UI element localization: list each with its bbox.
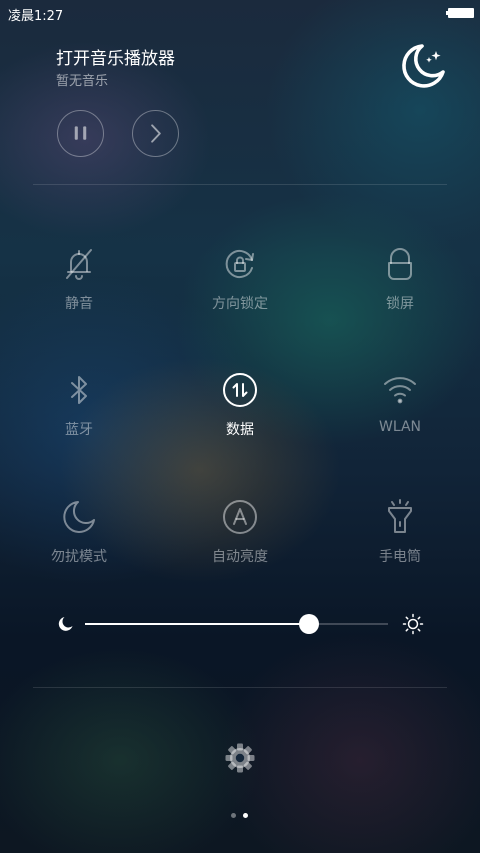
data-icon: [223, 373, 257, 407]
flashlight-icon: [388, 499, 412, 533]
brightness-thumb[interactable]: [299, 614, 320, 634]
toggle-label: 手电筒: [379, 549, 421, 565]
lock-icon: [388, 248, 412, 280]
bell-mute-icon: [66, 249, 92, 280]
music-status-text: 暂无音乐: [56, 74, 109, 89]
moon-icon: [58, 617, 73, 631]
toggle-label: 蓝牙: [65, 422, 93, 438]
toggle-rotation-lock[interactable]: 方向锁定: [180, 246, 300, 316]
wifi-icon: [384, 377, 416, 404]
moon-icon: [63, 501, 95, 533]
toggle-label: 自动亮度: [212, 549, 268, 565]
page-dot: [231, 813, 236, 818]
toggle-auto-brightness[interactable]: 自动亮度: [180, 499, 300, 569]
pause-icon: [74, 126, 87, 140]
gear-icon[interactable]: [224, 742, 256, 774]
divider: [33, 184, 447, 185]
brightness-slider[interactable]: [56, 608, 426, 640]
battery-full-icon: [446, 8, 474, 18]
pause-button[interactable]: [57, 110, 104, 157]
page-dot-active: [243, 813, 248, 818]
toggle-label: 勿扰模式: [51, 549, 107, 565]
page-indicator: [230, 813, 250, 819]
bluetooth-icon: [71, 376, 87, 404]
toggle-wlan[interactable]: WLAN: [340, 372, 460, 442]
toggle-flashlight[interactable]: 手电筒: [340, 499, 460, 569]
next-button[interactable]: [132, 110, 179, 157]
toggle-do-not-disturb[interactable]: 勿扰模式: [19, 499, 139, 569]
toggle-label: 数据: [226, 422, 254, 438]
status-time: 凌晨1:27: [8, 9, 64, 24]
toggle-lock-screen[interactable]: 锁屏: [340, 246, 460, 316]
toggle-mobile-data[interactable]: 数据: [180, 372, 300, 442]
sun-icon: [402, 613, 424, 635]
divider: [33, 687, 447, 688]
toggle-bluetooth[interactable]: 蓝牙: [19, 372, 139, 442]
toggle-mute[interactable]: 静音: [19, 246, 139, 316]
moon-stars-icon[interactable]: [398, 42, 448, 92]
toggle-label: WLAN: [378, 419, 421, 435]
toggle-label: 锁屏: [386, 296, 414, 312]
status-bar: 凌晨1:27: [0, 0, 480, 26]
brightness-track[interactable]: [85, 614, 388, 634]
rotation-lock-icon: [225, 250, 254, 278]
music-player-title[interactable]: 打开音乐播放器: [56, 44, 175, 69]
chevron-right-icon: [151, 124, 161, 143]
toggle-label: 静音: [65, 296, 93, 312]
toggle-label: 方向锁定: [212, 296, 268, 312]
auto-brightness-icon: [223, 500, 257, 534]
brightness-fill: [85, 623, 310, 625]
